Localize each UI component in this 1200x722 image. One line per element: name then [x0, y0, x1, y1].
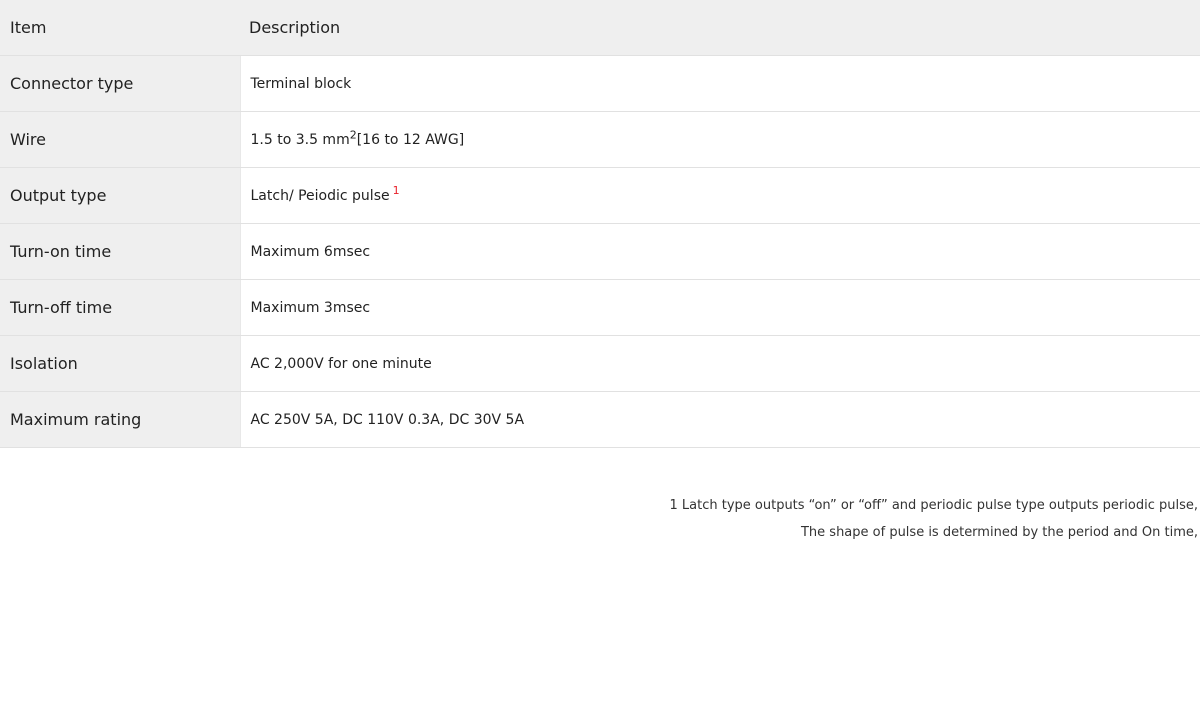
table-header-row: Item Description: [0, 0, 1200, 56]
table-row: Isolation AC 2,000V for one minute: [0, 335, 1200, 392]
item-cell-wire: Wire: [0, 111, 240, 168]
table-row: Turn-off time Maximum 3msec: [0, 279, 1200, 336]
wire-size-text: 1.5 to 3.5 mm: [250, 131, 350, 148]
desc-cell-wire: 1.5 to 3.5 mm2[16 to 12 AWG]: [239, 111, 1200, 168]
table-row: Wire 1.5 to 3.5 mm2[16 to 12 AWG]: [0, 111, 1200, 168]
squared-superscript: 2: [349, 127, 357, 141]
item-cell-turn-off-time: Turn-off time: [0, 279, 240, 336]
item-cell-maximum-rating: Maximum rating: [0, 391, 240, 448]
desc-cell-isolation: AC 2,000V for one minute: [239, 335, 1200, 392]
output-type-text: Latch/ Peiodic pulse: [250, 187, 390, 204]
desc-cell-output-type: Latch/ Peiodic pulse 1: [239, 167, 1200, 224]
footnote-2: The shape of pulse is determined by the …: [800, 525, 1198, 540]
item-cell-turn-on-time: Turn-on time: [0, 223, 240, 280]
table-row: Connector type Terminal block: [0, 55, 1200, 112]
footnote-ref-1[interactable]: 1: [393, 184, 400, 197]
desc-cell-connector-type: Terminal block: [239, 55, 1200, 112]
item-column-header: Item: [0, 0, 240, 56]
item-cell-output-type: Output type: [0, 167, 240, 224]
footnotes: 1 Latch type outputs “on” or “off” and p…: [0, 492, 1200, 546]
item-cell-connector-type: Connector type: [0, 55, 240, 112]
awg-range-text: [16 to 12 AWG]: [356, 131, 465, 148]
description-column-header: Description: [240, 0, 1200, 56]
desc-cell-turn-off-time: Maximum 3msec: [239, 279, 1200, 336]
table-row: Maximum rating AC 250V 5A, DC 110V 0.3A,…: [0, 391, 1200, 448]
table-row: Turn-on time Maximum 6msec: [0, 223, 1200, 280]
item-cell-isolation: Isolation: [0, 335, 240, 392]
desc-cell-turn-on-time: Maximum 6msec: [239, 223, 1200, 280]
desc-cell-maximum-rating: AC 250V 5A, DC 110V 0.3A, DC 30V 5A: [239, 391, 1200, 448]
footnote-1: 1 Latch type outputs “on” or “off” and p…: [669, 498, 1199, 513]
spec-table: Item Description Connector type Terminal…: [0, 0, 1200, 448]
table-row: Output type Latch/ Peiodic pulse 1: [0, 167, 1200, 224]
